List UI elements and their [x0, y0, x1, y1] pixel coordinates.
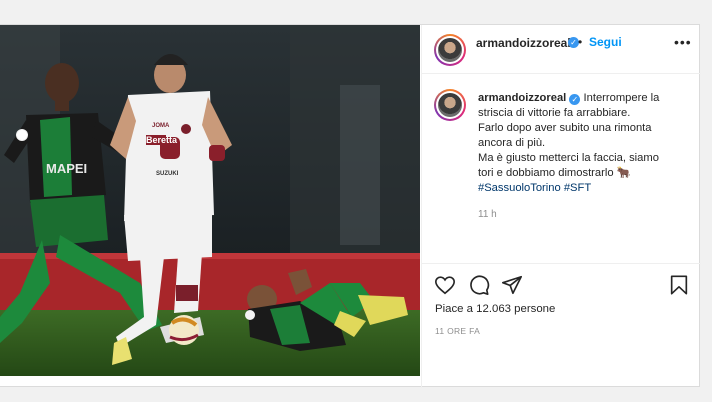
caption-verified-icon: ✓ — [569, 94, 581, 105]
caption-line: Ma è giusto metterci la faccia, siamo — [478, 152, 659, 164]
ox-emoji-icon: 🐂 — [616, 167, 631, 179]
hashtag-link[interactable]: #SFT — [564, 182, 591, 194]
avatar[interactable] — [434, 34, 466, 66]
more-icon[interactable]: ••• — [674, 34, 692, 50]
serie-a-badge — [17, 130, 27, 140]
instagram-post: MAPEI Beretta JOMA SUZUKI armandoizzorea… — [0, 24, 701, 388]
caption-username[interactable]: armandoizzoreal — [478, 92, 566, 104]
caption-line: ancora di più. — [478, 137, 546, 149]
caption-avatar[interactable] — [434, 89, 466, 121]
action-bar: Piace a 12.063 persone 11 ORE FA — [422, 263, 701, 388]
caption-line: tori e dobbiamo dimostrarlo — [478, 167, 614, 179]
follow-button[interactable]: Segui — [589, 35, 622, 49]
caption-time: 11 h — [478, 209, 497, 220]
post-sidebar: armandoizzoreal ✓ • Segui ••• armandoizz… — [421, 25, 701, 388]
share-icon[interactable] — [501, 274, 523, 296]
post-caption: armandoizzoreal ✓ Interrompere la strisc… — [478, 91, 693, 196]
heart-icon[interactable] — [434, 274, 456, 296]
sassuolo-sponsor: MAPEI — [46, 161, 87, 176]
bookmark-icon[interactable] — [668, 274, 690, 296]
post-photo[interactable]: MAPEI Beretta JOMA SUZUKI — [0, 25, 420, 376]
author-username[interactable]: armandoizzoreal — [476, 36, 571, 50]
torino-small-sponsor: SUZUKI — [156, 171, 179, 177]
football-photo: MAPEI Beretta JOMA SUZUKI — [0, 25, 420, 376]
separator-dot: • — [578, 35, 583, 49]
comment-icon[interactable] — [468, 274, 490, 296]
caption-line: striscia di vittorie fa arrabbiare. — [478, 107, 631, 119]
likes-count[interactable]: Piace a 12.063 persone — [435, 303, 555, 315]
caption-line: Interrompere la — [583, 92, 660, 104]
football — [169, 315, 199, 345]
post-timestamp[interactable]: 11 ORE FA — [435, 326, 480, 336]
hashtag-link[interactable]: #SassuoloTorino — [478, 182, 561, 194]
caption-line: Farlo dopo aver subito una rimonta — [478, 122, 652, 134]
torino-top-sponsor: JOMA — [152, 123, 170, 129]
post-header: armandoizzoreal ✓ • Segui ••• — [422, 25, 701, 74]
torino-sponsor: Beretta — [146, 135, 178, 145]
